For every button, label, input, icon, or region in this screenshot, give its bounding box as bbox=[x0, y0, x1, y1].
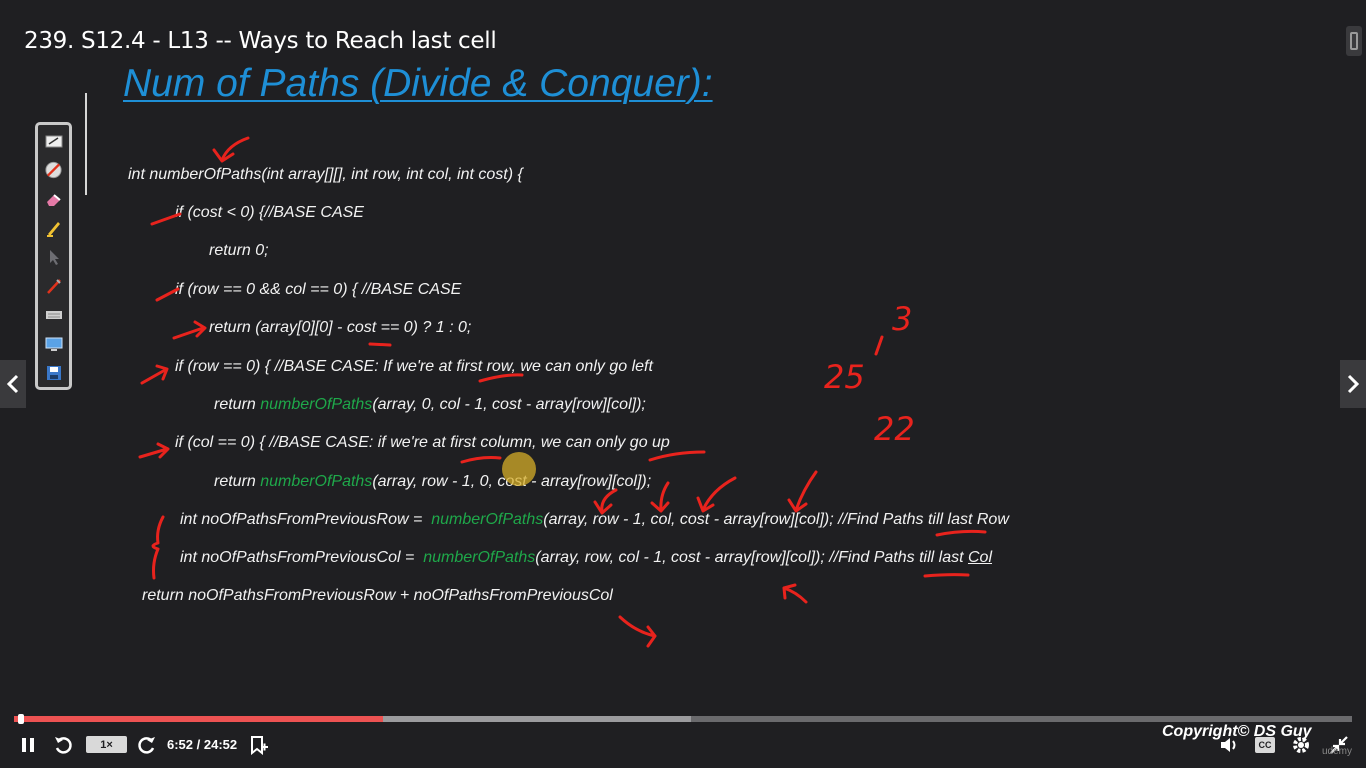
annotation-arrow bbox=[787, 498, 808, 513]
code-line-7: return numberOfPaths(array, 0, col - 1, … bbox=[214, 396, 646, 414]
rewind-icon bbox=[55, 737, 72, 754]
progress-knob[interactable] bbox=[18, 714, 24, 724]
code-text-underlined: Col bbox=[967, 549, 992, 566]
code-line-11: int noOfPathsFromPreviousCol = numberOfP… bbox=[180, 549, 992, 567]
bookmark-add-icon bbox=[251, 736, 268, 755]
previous-lecture-button[interactable] bbox=[0, 360, 26, 408]
cursor-highlight bbox=[502, 452, 536, 486]
code-text: return bbox=[214, 473, 261, 490]
annotation-number: 22 bbox=[874, 410, 915, 448]
code-text: (array, 0, col - 1, cost - array[row][co… bbox=[372, 396, 646, 413]
chevron-left-icon bbox=[7, 374, 19, 394]
chevron-right-icon bbox=[1347, 374, 1359, 394]
whiteboard-icon[interactable] bbox=[44, 131, 63, 150]
add-bookmark-button[interactable] bbox=[248, 735, 270, 755]
annotation-arrow bbox=[155, 364, 169, 381]
keyboard-icon[interactable] bbox=[44, 305, 63, 324]
annotation-arrow bbox=[220, 136, 250, 162]
sidebar-toggle-button[interactable] bbox=[1346, 26, 1362, 56]
eraser-icon[interactable] bbox=[44, 189, 63, 208]
pen-icon[interactable] bbox=[44, 276, 63, 295]
annotation-arrow bbox=[646, 625, 657, 648]
progress-played bbox=[14, 716, 384, 722]
function-name: numberOfPaths bbox=[260, 473, 373, 490]
annotation-stroke bbox=[923, 573, 970, 578]
gear-icon bbox=[1293, 737, 1309, 753]
sidebar-toggle-icon bbox=[1350, 32, 1358, 50]
annotation-arrow bbox=[600, 488, 618, 514]
volume-icon bbox=[1221, 738, 1236, 752]
code-text: int noOfPathsFromPreviousRow = bbox=[180, 511, 432, 528]
annotation-arrow bbox=[696, 496, 715, 513]
code-line-8: if (col == 0) { //BASE CASE: if we're at… bbox=[175, 434, 670, 451]
forward-button[interactable] bbox=[136, 735, 158, 755]
playback-speed-button[interactable]: 1× bbox=[86, 736, 127, 753]
code-text: (array, row - 1, col, cost - array[row][… bbox=[543, 511, 1009, 528]
code-line-4: if (row == 0 && col == 0) { //BASE CASE bbox=[175, 281, 462, 298]
captions-button[interactable]: CC bbox=[1255, 737, 1275, 753]
code-text: int noOfPathsFromPreviousCol = bbox=[180, 549, 424, 566]
code-line-10: int noOfPathsFromPreviousRow = numberOfP… bbox=[180, 511, 1009, 529]
code-line-5: return (array[0][0] - cost == 0) ? 1 : 0… bbox=[209, 319, 472, 336]
annotation-stroke bbox=[874, 335, 884, 356]
annotation-stroke bbox=[648, 450, 706, 462]
rewind-button[interactable] bbox=[52, 735, 74, 755]
code-line-6: if (row == 0) { //BASE CASE: If we're at… bbox=[175, 358, 653, 375]
annotation-arrow bbox=[172, 326, 205, 340]
forward-icon bbox=[138, 737, 155, 754]
annotation-arrow bbox=[156, 442, 170, 459]
code-line-2: if (cost < 0) {//BASE CASE bbox=[175, 204, 364, 221]
pen-annotations: 3 25 22 bbox=[138, 136, 987, 648]
function-name: numberOfPaths bbox=[423, 549, 536, 566]
code-line-12: return noOfPathsFromPreviousRow + noOfPa… bbox=[142, 587, 613, 604]
code-line-9: return numberOfPaths(array, row - 1, 0, … bbox=[214, 473, 651, 491]
drawing-toolbar bbox=[35, 122, 72, 390]
annotation-arrow bbox=[794, 470, 818, 512]
annotation-arrow bbox=[140, 368, 167, 385]
annotation-stroke bbox=[368, 342, 392, 347]
annotation-arrow bbox=[782, 586, 808, 604]
save-icon[interactable] bbox=[44, 363, 63, 382]
annotation-arrow bbox=[650, 501, 670, 513]
annotation-arrow bbox=[659, 481, 670, 512]
annotation-number: 3 bbox=[892, 300, 912, 338]
annotation-arrow bbox=[782, 583, 797, 600]
pause-button[interactable] bbox=[18, 736, 38, 754]
code-text: return bbox=[214, 396, 261, 413]
pointer-icon[interactable] bbox=[44, 247, 63, 266]
volume-button[interactable] bbox=[1218, 735, 1240, 755]
code-text: (array, row, col - 1, cost - array[row][… bbox=[535, 549, 968, 566]
pause-icon bbox=[22, 738, 34, 752]
video-title: 239. S12.4 - L13 -- Ways to Reach last c… bbox=[24, 28, 497, 54]
next-lecture-button[interactable] bbox=[1340, 360, 1366, 408]
annotation-number: 25 bbox=[824, 358, 865, 396]
progress-bar[interactable] bbox=[14, 714, 1352, 724]
annotation-arrow bbox=[193, 320, 207, 338]
annotation-arrow bbox=[212, 148, 235, 163]
function-name: numberOfPaths bbox=[431, 511, 544, 528]
annotation-arrow bbox=[618, 615, 657, 638]
slide-heading: Num of Paths (Divide & Conquer): bbox=[123, 62, 713, 105]
code-line-3: return 0; bbox=[209, 242, 269, 259]
highlighter-icon[interactable] bbox=[44, 218, 63, 237]
annotation-arrow bbox=[138, 447, 169, 459]
code-line-1: int numberOfPaths(int array[][], int row… bbox=[128, 166, 523, 183]
divider-line bbox=[85, 93, 87, 195]
annotation-stroke bbox=[460, 456, 502, 464]
no-draw-icon[interactable] bbox=[44, 160, 63, 179]
udemy-watermark: udemy bbox=[1322, 746, 1353, 757]
annotation-stroke bbox=[935, 529, 987, 537]
function-name: numberOfPaths bbox=[260, 396, 373, 413]
playback-time: 6:52 / 24:52 bbox=[167, 737, 238, 752]
annotation-arrow bbox=[701, 476, 737, 512]
screen-capture-icon[interactable] bbox=[44, 334, 63, 353]
settings-button[interactable] bbox=[1290, 734, 1312, 756]
annotation-bracket bbox=[151, 515, 165, 580]
